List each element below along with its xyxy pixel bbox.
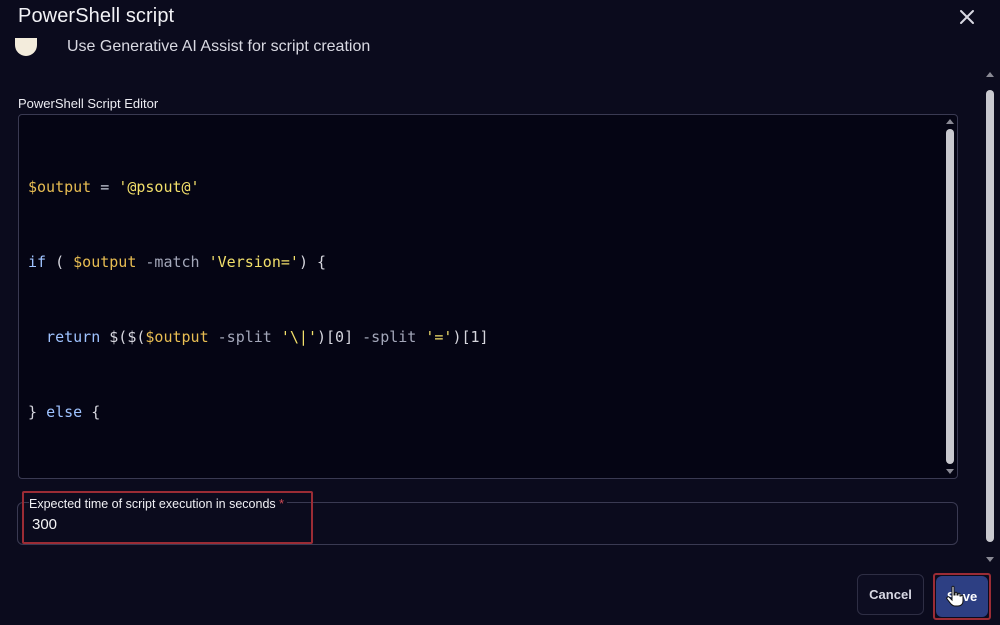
editor-scroll-thumb[interactable] — [946, 129, 954, 464]
ai-assist-toggle[interactable] — [15, 38, 37, 56]
close-icon[interactable] — [956, 6, 978, 28]
code-line-2: if ( $output -match 'Version=') { — [28, 253, 327, 271]
cancel-button[interactable]: Cancel — [857, 574, 924, 615]
dialog-title: PowerShell script — [18, 5, 175, 27]
dialog-scrollbar[interactable] — [985, 72, 995, 562]
page-scroll-down-icon[interactable] — [986, 557, 994, 562]
execution-time-input[interactable] — [32, 516, 232, 533]
code-line-3: return $($($output -split '\|')[0] -spli… — [28, 328, 489, 346]
scroll-down-icon[interactable] — [946, 469, 954, 474]
script-editor[interactable]: $output = '@psout@' if ( $output -match … — [18, 114, 958, 479]
code-line-4: } else { — [28, 403, 101, 421]
execution-time-label: Expected time of script execution in sec… — [29, 497, 288, 511]
dialog-scroll-thumb[interactable] — [986, 90, 994, 542]
editor-label: PowerShell Script Editor — [18, 96, 159, 111]
page-scroll-up-icon[interactable] — [986, 72, 994, 77]
ai-assist-label: Use Generative AI Assist for script crea… — [67, 38, 371, 55]
execution-time-label-text: Expected time of script execution in sec… — [29, 497, 276, 511]
save-button[interactable]: Save — [936, 576, 988, 617]
editor-scrollbar[interactable] — [945, 117, 955, 476]
required-mark: * — [279, 497, 285, 511]
powershell-script-dialog: PowerShell script Use Generative AI Assi… — [0, 0, 1000, 625]
scroll-up-icon[interactable] — [946, 119, 954, 124]
code-line-5: return '' — [28, 475, 489, 478]
code-line-1: $output = '@psout@' — [28, 178, 200, 196]
script-code[interactable]: $output = '@psout@' if ( $output -match … — [28, 125, 489, 478]
